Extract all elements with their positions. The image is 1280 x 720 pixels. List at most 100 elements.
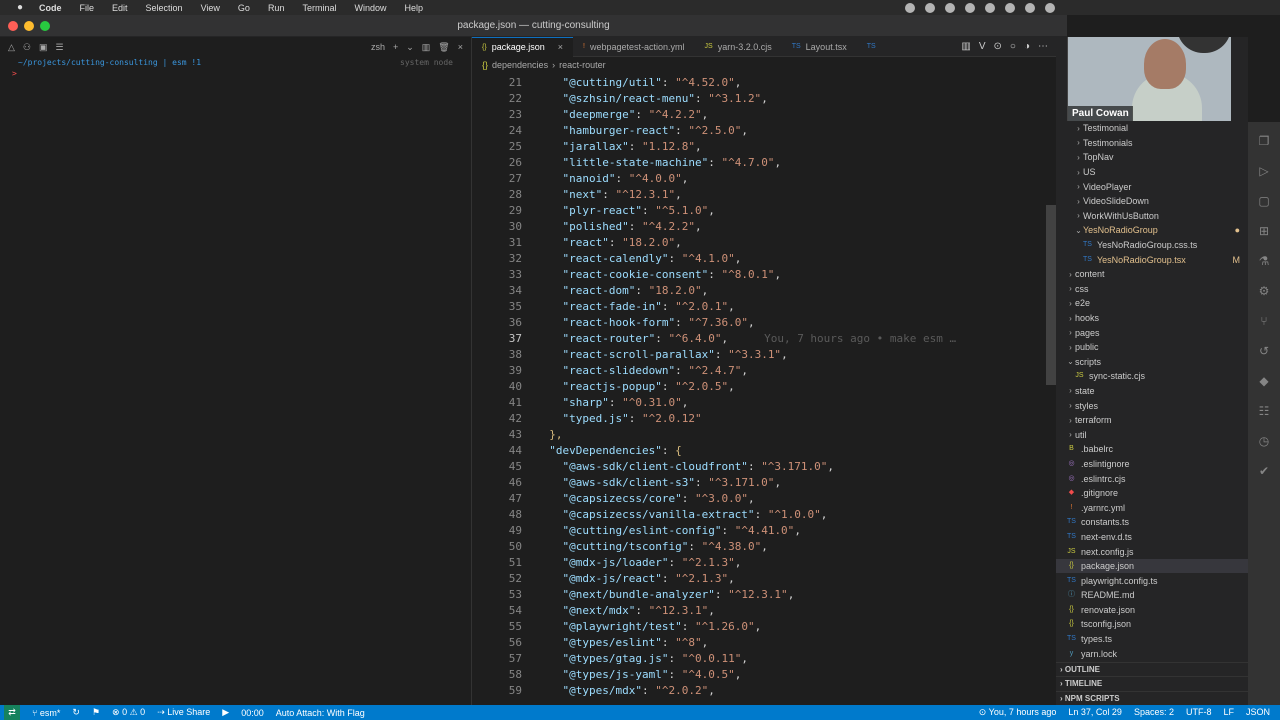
tree-folder[interactable]: › public — [1056, 340, 1248, 355]
auto-attach-status[interactable]: Auto Attach: With Flag — [276, 708, 365, 718]
ports-icon[interactable]: ⚑ — [92, 707, 100, 718]
status-icon[interactable] — [905, 2, 915, 13]
tree-folder[interactable]: › styles — [1056, 398, 1248, 413]
status-icon[interactable] — [965, 2, 975, 13]
tree-file[interactable]: JS sync-static.cjs — [1056, 369, 1248, 384]
timeline-icon[interactable]: ◷ — [1256, 434, 1272, 448]
panel-outline[interactable]: › OUTLINE — [1056, 661, 1248, 677]
remote-explorer-icon[interactable]: ▢ — [1256, 194, 1272, 208]
terminal-prompt-line[interactable]: ~/projects/cutting-consulting | esm !1 s… — [0, 57, 471, 69]
live-share-icon[interactable]: ↺ — [1256, 344, 1272, 358]
problems-indicator[interactable]: ⊗ 0 ⚠ 0 — [112, 707, 145, 718]
tree-file[interactable]: y yarn.lock — [1056, 646, 1248, 661]
warning-icon[interactable]: △ — [8, 42, 15, 53]
vim-icon[interactable]: V — [979, 41, 986, 52]
terminal-cursor[interactable]: > — [0, 69, 471, 78]
open-changes-icon[interactable]: ◑ — [1024, 41, 1030, 52]
code-editor[interactable]: 21 "@cutting/util": "^4.52.0", 22 "@szhsi… — [472, 75, 1056, 705]
editor-tab[interactable]: {} package.json × — [472, 36, 573, 57]
close-tab-icon[interactable]: × — [558, 42, 563, 52]
tree-folder[interactable]: › WorkWithUsButton — [1056, 209, 1248, 224]
editor-tab[interactable]: JS yarn-3.2.0.cjs — [695, 37, 782, 57]
sync-icon[interactable]: ↻ — [72, 707, 80, 718]
breadcrumb-item[interactable]: react-router — [559, 60, 606, 70]
tree-file[interactable]: TS YesNoRadioGroup.css.ts — [1056, 238, 1248, 253]
settings-sync-icon[interactable]: ✔ — [1256, 464, 1272, 478]
tree-file[interactable]: ⓘ README.md — [1056, 588, 1248, 603]
git-icon[interactable]: ⑂ — [1256, 314, 1272, 328]
play-icon[interactable]: ▶ — [222, 707, 229, 718]
tree-folder[interactable]: › e2e — [1056, 296, 1248, 311]
copy-icon[interactable]: ❐ — [1256, 134, 1272, 148]
tree-folder[interactable]: › content — [1056, 267, 1248, 282]
live-share-button[interactable]: ⇢ Live Share — [157, 707, 210, 718]
menu-run[interactable]: Run — [259, 3, 294, 13]
editor-scrollbar[interactable] — [1046, 75, 1056, 705]
status-icon[interactable] — [1005, 2, 1015, 13]
more-actions-icon[interactable]: ⋯ — [1038, 41, 1048, 52]
add-terminal-icon[interactable]: + — [393, 42, 398, 52]
status-icon[interactable] — [1045, 2, 1055, 13]
menu-file[interactable]: File — [71, 3, 104, 13]
docker-icon[interactable]: ◆ — [1256, 374, 1272, 388]
tree-file[interactable]: TS YesNoRadioGroup.tsx M — [1056, 252, 1248, 267]
debug-icon[interactable]: ⚇ — [23, 42, 31, 53]
split-editor-icon[interactable]: ▥ — [961, 41, 970, 52]
status-icon[interactable] — [985, 2, 995, 13]
menu-selection[interactable]: Selection — [137, 3, 192, 13]
panel-npm-scripts[interactable]: › NPM SCRIPTS — [1056, 690, 1248, 706]
editor-tab[interactable]: TS Layout.tsx — [782, 37, 857, 57]
tree-folder[interactable]: › state — [1056, 384, 1248, 399]
menu-help[interactable]: Help — [395, 3, 432, 13]
menu-window[interactable]: Window — [345, 3, 395, 13]
status-icon[interactable] — [925, 2, 935, 13]
tree-file[interactable]: {} renovate.json — [1056, 603, 1248, 618]
scrollbar-thumb[interactable] — [1046, 205, 1056, 385]
indentation-setting[interactable]: Spaces: 2 — [1134, 707, 1174, 718]
chevron-down-icon[interactable]: ⌄ — [406, 42, 414, 53]
tree-file[interactable]: TS types.ts — [1056, 632, 1248, 647]
editor-tab[interactable]: ! webpagetest-action.yml — [573, 37, 695, 57]
tree-folder[interactable]: › TopNav — [1056, 150, 1248, 165]
tree-folder[interactable]: › pages — [1056, 325, 1248, 340]
go-forward-icon[interactable]: ○ — [1010, 41, 1016, 52]
split-terminal-icon[interactable]: ▥ — [422, 42, 431, 53]
testing-icon[interactable]: ⚙ — [1256, 284, 1272, 298]
terminal-icon[interactable]: ▣ — [39, 42, 48, 53]
tree-folder[interactable]: › hooks — [1056, 311, 1248, 326]
tree-folder[interactable]: › Testimonials — [1056, 136, 1248, 151]
breadcrumb-item[interactable]: dependencies — [492, 60, 548, 70]
tree-file[interactable]: B .babelrc — [1056, 442, 1248, 457]
tree-folder[interactable]: › util — [1056, 427, 1248, 442]
tree-file[interactable]: TS constants.ts — [1056, 515, 1248, 530]
menu-go[interactable]: Go — [229, 3, 259, 13]
run-debug-icon[interactable]: ▷ — [1256, 164, 1272, 178]
go-back-icon[interactable]: ⊙ — [994, 41, 1002, 52]
branch-indicator[interactable]: ⑂ esm* — [32, 708, 60, 718]
tree-folder[interactable]: › VideoSlideDown — [1056, 194, 1248, 209]
database-icon[interactable]: ☷ — [1256, 404, 1272, 418]
menu-terminal[interactable]: Terminal — [293, 3, 345, 13]
editor-tab[interactable]: TS — [857, 37, 891, 57]
tree-file[interactable]: {} tsconfig.json — [1056, 617, 1248, 632]
tree-folder[interactable]: ⌄ scripts — [1056, 355, 1248, 370]
tree-file[interactable]: TS next-env.d.ts — [1056, 530, 1248, 545]
tree-folder[interactable]: › css — [1056, 282, 1248, 297]
git-blame-status[interactable]: ⊙ You, 7 hours ago — [979, 707, 1057, 718]
output-icon[interactable]: ☰ — [56, 42, 64, 53]
close-panel-icon[interactable]: × — [458, 42, 463, 52]
tree-file[interactable]: JS next.config.js — [1056, 544, 1248, 559]
zoom-window-button[interactable] — [40, 21, 50, 31]
flask-icon[interactable]: ⚗ — [1256, 254, 1272, 268]
cursor-position[interactable]: Ln 37, Col 29 — [1068, 707, 1122, 718]
tree-file[interactable]: {} package.json — [1056, 558, 1248, 574]
language-mode[interactable]: JSON — [1246, 707, 1270, 718]
minimize-window-button[interactable] — [24, 21, 34, 31]
menu-edit[interactable]: Edit — [103, 3, 137, 13]
trash-icon[interactable]: 🗑 — [438, 42, 449, 53]
tree-folder[interactable]: ⌄ YesNoRadioGroup ● — [1056, 223, 1248, 238]
status-icon[interactable] — [945, 2, 955, 13]
eol-setting[interactable]: LF — [1223, 707, 1234, 718]
terminal-tab[interactable]: zsh — [371, 42, 385, 52]
tree-folder[interactable]: › Testimonial — [1056, 121, 1248, 136]
